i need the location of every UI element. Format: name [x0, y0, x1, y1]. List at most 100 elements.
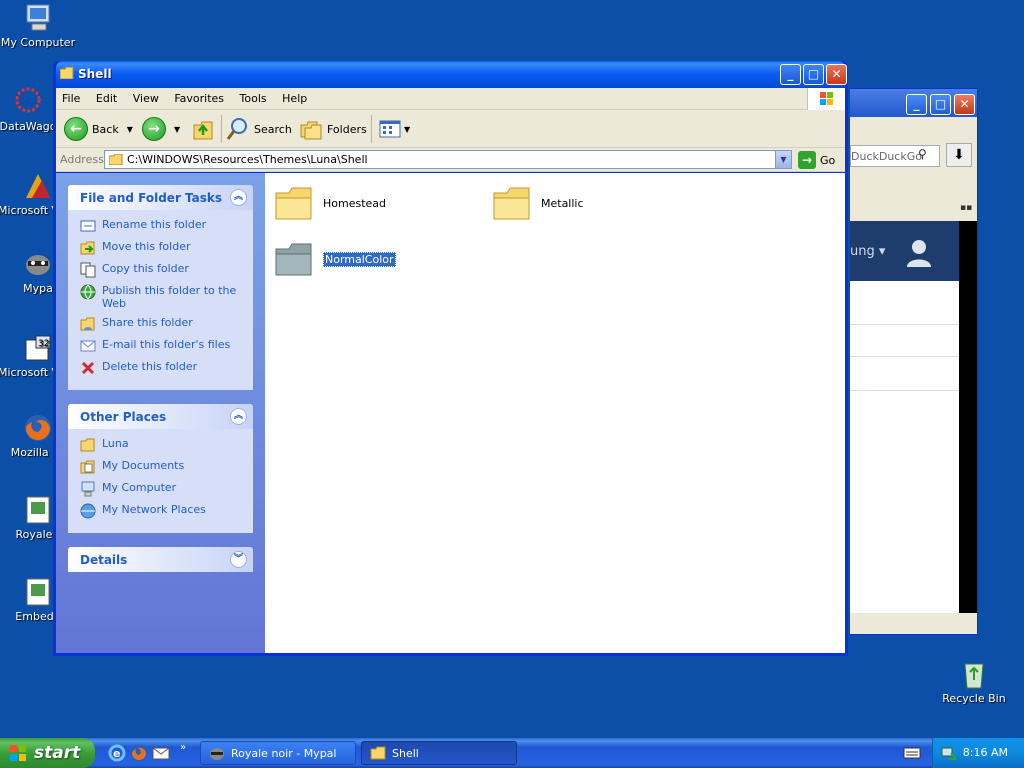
taskbar-button-mypal[interactable]: Royale noir - Mypal: [200, 741, 356, 765]
picture-shortcut-icon: [22, 576, 54, 608]
email-client-icon[interactable]: [152, 744, 170, 762]
menu-favorites[interactable]: Favorites: [168, 88, 230, 105]
keyboard-icon[interactable]: [903, 746, 921, 760]
firefox-icon[interactable]: [130, 744, 148, 762]
start-button[interactable]: start: [0, 738, 95, 768]
views-icon: [379, 120, 401, 138]
share-icon: [80, 317, 95, 331]
address-label: Address: [60, 153, 104, 166]
svg-text:e: e: [113, 747, 120, 760]
search-button[interactable]: Search: [226, 116, 292, 142]
up-folder-button[interactable]: [192, 116, 216, 142]
other-places-panel: Other Places ︽ Luna My Documents My Comp…: [68, 404, 253, 533]
back-button[interactable]: ← Back ▼: [64, 116, 133, 142]
place-my-computer[interactable]: My Computer: [80, 481, 243, 497]
collapse-chevron-icon[interactable]: ︽: [230, 189, 247, 206]
file-folder-tasks-panel: File and Folder Tasks ︽ Rename this fold…: [68, 185, 253, 390]
desktop-icon-my-computer[interactable]: My Computer: [0, 2, 78, 49]
task-move-folder[interactable]: Move this folder: [80, 240, 243, 256]
delete-icon: [81, 361, 95, 375]
views-button[interactable]: ▼: [378, 116, 410, 142]
page-scrollbar[interactable]: [959, 221, 977, 613]
windows-logo-icon: [807, 88, 845, 110]
task-share-folder[interactable]: Share this folder: [80, 316, 243, 332]
svg-text:32: 32: [38, 339, 49, 349]
folder-item[interactable]: Metallic: [493, 185, 584, 221]
menu-help[interactable]: Help: [276, 88, 313, 105]
background-window-titlebar[interactable]: _ □ ✕: [850, 89, 977, 117]
task-copy-folder[interactable]: Copy this folder: [80, 262, 243, 278]
place-luna[interactable]: Luna: [80, 437, 243, 453]
menu-edit[interactable]: Edit: [90, 88, 123, 105]
task-publish-web[interactable]: Publish this folder to the Web: [80, 284, 243, 310]
user-avatar-icon[interactable]: [904, 237, 934, 267]
place-my-network[interactable]: My Network Places: [80, 503, 243, 519]
close-button[interactable]: ✕: [954, 94, 975, 115]
folder-icon: [80, 438, 95, 452]
address-dropdown-button[interactable]: ▼: [775, 151, 791, 168]
task-pane: File and Folder Tasks ︽ Rename this fold…: [56, 173, 265, 653]
minimize-button[interactable]: _: [780, 64, 801, 85]
task-delete-folder[interactable]: Delete this folder: [80, 360, 243, 376]
menu-file[interactable]: File: [56, 88, 86, 105]
panel-header[interactable]: File and Folder Tasks ︽: [68, 185, 253, 210]
taskbar-button-shell[interactable]: Shell: [361, 741, 517, 765]
close-button[interactable]: ✕: [826, 64, 847, 85]
folder-item[interactable]: Homestead: [275, 185, 386, 221]
panel-header[interactable]: Details ︾: [68, 547, 253, 572]
menu-view[interactable]: View: [127, 88, 165, 105]
windows-flag-icon: [10, 745, 26, 761]
folder-icon: [370, 746, 386, 760]
chevron-down-icon[interactable]: ▼: [404, 125, 410, 134]
internet-explorer-icon[interactable]: e: [108, 744, 126, 762]
panel-header[interactable]: Other Places ︽: [68, 404, 253, 429]
forward-button[interactable]: → ▼: [142, 116, 180, 142]
details-panel: Details ︾: [68, 547, 253, 572]
address-bar: Address C:\WINDOWS\Resources\Themes\Luna…: [56, 148, 845, 172]
maximize-button[interactable]: □: [930, 94, 951, 115]
task-rename-folder[interactable]: Rename this folder: [80, 218, 243, 234]
go-button[interactable]: → Go: [798, 151, 835, 169]
chevron-down-icon[interactable]: ▼: [174, 125, 180, 134]
background-browser-window[interactable]: _ □ ✕ DuckDuckGo ⚲ ⬇ ▪▪ ung ▾: [850, 88, 978, 635]
window-titlebar[interactable]: Shell _ □ ✕: [56, 61, 847, 88]
system-tray: 8:16 AM: [932, 738, 1024, 768]
go-arrow-icon: →: [798, 151, 816, 169]
maximize-button[interactable]: □: [803, 64, 824, 85]
address-field[interactable]: C:\WINDOWS\Resources\Themes\Luna\Shell ▼: [104, 150, 792, 169]
folders-button[interactable]: Folders: [299, 116, 367, 142]
web-page-header: ung ▾: [850, 221, 960, 281]
collapse-chevron-icon[interactable]: ︽: [230, 408, 247, 425]
place-my-documents[interactable]: My Documents: [80, 459, 243, 475]
recycle-bin-icon: [958, 658, 990, 690]
web-page-body: [850, 281, 960, 613]
raccoon-icon: [22, 248, 54, 280]
visual-cpp-icon: [22, 170, 54, 202]
firefox-icon: [22, 412, 54, 444]
expand-chevron-icon[interactable]: ︾: [230, 551, 247, 568]
explorer-window[interactable]: Shell _ □ ✕ File Edit View Favorites Too…: [53, 61, 848, 656]
network-tray-icon[interactable]: [941, 745, 957, 761]
toolbar-separator: [371, 115, 372, 143]
file-list[interactable]: Homestead Metallic NormalColor: [265, 173, 845, 653]
folder-icon: [275, 187, 312, 220]
download-icon[interactable]: ⬇: [946, 143, 972, 167]
visual-basic-icon: 32: [22, 332, 54, 364]
picture-shortcut-icon: [22, 494, 54, 526]
menu-tools[interactable]: Tools: [234, 88, 273, 105]
task-email-files[interactable]: E-mail this folder's files: [80, 338, 243, 354]
desktop-icon-recycle-bin[interactable]: Recycle Bin: [934, 658, 1014, 705]
folder-icon: [60, 67, 74, 79]
search-icon[interactable]: ⚲: [918, 147, 927, 161]
show-more-chevron-icon[interactable]: »: [180, 742, 186, 753]
clock[interactable]: 8:16 AM: [963, 746, 1008, 759]
window-content: File and Folder Tasks ︽ Rename this fold…: [56, 173, 845, 653]
chevron-down-icon[interactable]: ▼: [127, 125, 133, 134]
grid-icon[interactable]: ▪▪: [960, 203, 972, 213]
up-folder-icon: [193, 121, 213, 140]
window-title: Shell: [78, 67, 112, 81]
rename-icon: [80, 220, 96, 232]
folder-item-selected[interactable]: NormalColor: [275, 241, 396, 277]
minimize-button[interactable]: _: [906, 94, 927, 115]
standard-toolbar: ← Back ▼ → ▼ Search Folders ▼: [56, 110, 845, 148]
